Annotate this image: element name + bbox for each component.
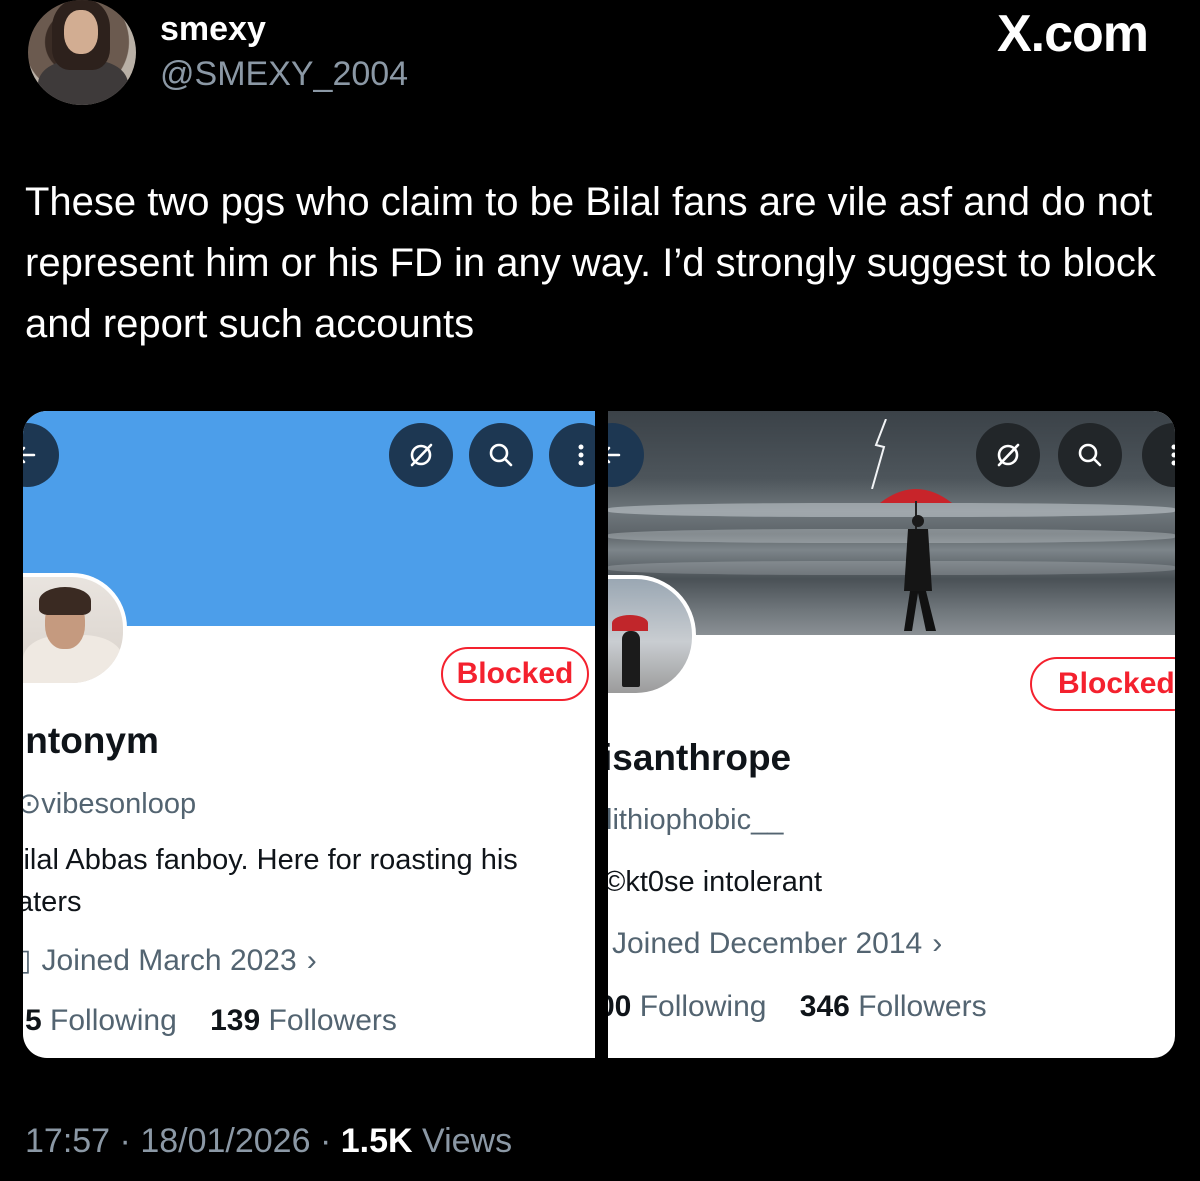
following-label: Following bbox=[639, 990, 767, 1023]
following-link[interactable]: 5 Following bbox=[25, 1004, 177, 1037]
profile-screenshot-right: Blocked isanthrope lithiophobic__ ©kt0se… bbox=[608, 411, 1175, 1058]
profile-stats: 00 Following 346 Followers bbox=[608, 990, 987, 1024]
avatar-figure bbox=[622, 631, 640, 687]
grok-icon[interactable] bbox=[389, 423, 453, 487]
blocked-button[interactable]: Blocked bbox=[1030, 657, 1175, 711]
tweet-metadata: 17:57 · 18/01/2026 · 1.5K Views bbox=[25, 1122, 512, 1161]
blocked-button[interactable]: Blocked bbox=[441, 647, 589, 701]
separator: · bbox=[319, 1122, 332, 1160]
profile-name: ‘ntonym bbox=[23, 720, 159, 761]
chevron-right-icon: › bbox=[932, 927, 943, 960]
followers-link[interactable]: 346 Followers bbox=[800, 990, 987, 1023]
following-count: 5 bbox=[25, 1004, 42, 1037]
views-count[interactable]: 1.5K bbox=[341, 1122, 413, 1160]
tweet-text: These two pgs who claim to be Bilal fans… bbox=[25, 180, 1156, 346]
profile-screenshot-left: Blocked ‘ntonym ⊙vibesonloop ‘ilal Abbas… bbox=[23, 411, 595, 1058]
joined-date[interactable]: Joined December 2014 › bbox=[612, 927, 942, 961]
brand-watermark: X.com bbox=[996, 5, 1149, 63]
profile-name: isanthrope bbox=[608, 737, 792, 778]
followers-label: Followers bbox=[858, 990, 987, 1023]
search-icon[interactable] bbox=[1058, 423, 1122, 487]
profile-bio: ‘ilal Abbas fanboy. Here for roasting hi… bbox=[23, 844, 518, 918]
profile-bio: ©kt0se intolerant bbox=[608, 866, 823, 898]
avatar-hair bbox=[39, 587, 91, 615]
lightning-bolt bbox=[871, 419, 887, 489]
followers-link[interactable]: 139 Followers bbox=[210, 1004, 397, 1037]
followers-count: 139 bbox=[210, 1004, 261, 1037]
followers-label: Followers bbox=[268, 1004, 397, 1037]
joined-label: Joined March 2023 bbox=[41, 943, 297, 977]
separator: · bbox=[119, 1122, 131, 1160]
profile-stats: 5 Following 139 Followers bbox=[25, 1004, 397, 1038]
joined-label: Joined December 2014 bbox=[612, 927, 923, 960]
umbrella-figure bbox=[880, 489, 952, 631]
calendar-icon: ▯ bbox=[23, 944, 32, 977]
tweet-time[interactable]: 17:57 bbox=[25, 1122, 110, 1160]
views-label: Views bbox=[422, 1122, 513, 1160]
image-divider bbox=[595, 411, 608, 1058]
following-label: Following bbox=[50, 1004, 177, 1037]
avatar-umbrella bbox=[612, 615, 648, 631]
grok-icon[interactable] bbox=[976, 423, 1040, 487]
tweet-date[interactable]: 18/01/2026 bbox=[140, 1122, 310, 1160]
chevron-right-icon: › bbox=[306, 943, 317, 977]
following-count: 00 bbox=[608, 990, 632, 1023]
joined-date[interactable]: ▯ Joined March 2023 › bbox=[23, 943, 317, 978]
author-handle[interactable]: @SMEXY_2004 bbox=[160, 55, 408, 94]
author-name[interactable]: smexy bbox=[160, 10, 266, 49]
profile-handle: ⊙vibesonloop bbox=[23, 788, 197, 820]
search-icon[interactable] bbox=[469, 423, 533, 487]
avatar-face bbox=[64, 10, 98, 54]
author-avatar[interactable] bbox=[28, 0, 136, 105]
followers-count: 346 bbox=[799, 990, 850, 1023]
profile-handle: lithiophobic__ bbox=[608, 804, 784, 836]
following-link[interactable]: 00 Following bbox=[608, 990, 766, 1023]
profile-avatar[interactable] bbox=[23, 573, 127, 687]
